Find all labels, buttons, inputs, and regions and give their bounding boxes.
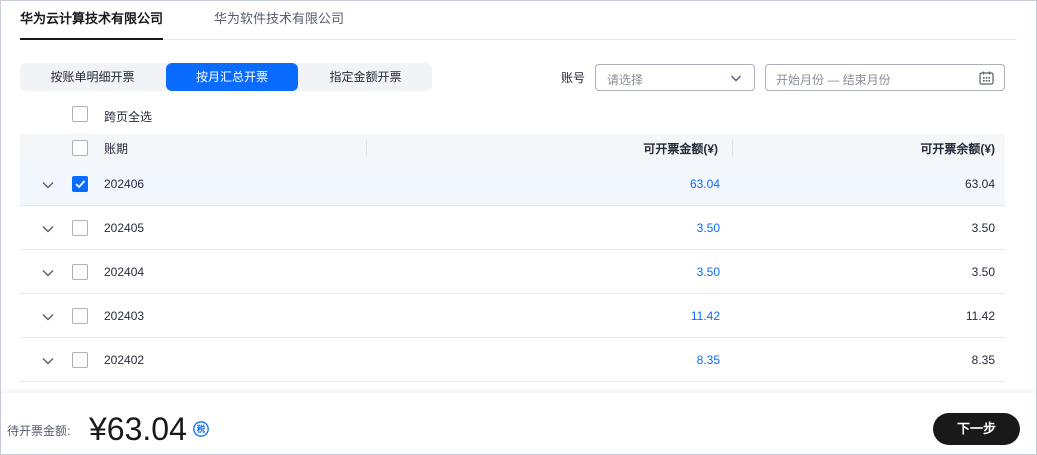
pending-amount-value: ¥63.04 — [89, 411, 187, 447]
row-period: 202405 — [104, 221, 145, 235]
table-row[interactable]: 202404 3.50 3.50 — [20, 250, 1005, 294]
row-amount-link[interactable]: 8.35 — [697, 353, 720, 367]
billing-period-table: 账期 可开票金额(¥) 可开票余额(¥) 202406 63.04 63.04 … — [20, 134, 1005, 382]
tax-icon[interactable]: 税 — [193, 421, 209, 437]
table-row[interactable]: 202403 11.42 11.42 — [20, 294, 1005, 338]
chevron-down-icon[interactable] — [41, 354, 55, 368]
chevron-down-icon[interactable] — [41, 266, 55, 280]
chevron-down-icon — [731, 75, 741, 82]
header-divider — [732, 140, 733, 156]
chevron-down-icon[interactable] — [41, 222, 55, 236]
header-amount: 可开票金额(¥) — [643, 142, 718, 156]
calendar-icon — [979, 71, 994, 85]
row-period: 202403 — [104, 309, 145, 323]
mode-monthly-summary[interactable]: 按月汇总开票 — [166, 63, 298, 91]
mode-specified-amount[interactable]: 指定金额开票 — [299, 63, 432, 91]
table-row[interactable]: 202402 8.35 8.35 — [20, 338, 1005, 382]
table-row[interactable]: 202406 63.04 63.04 — [20, 162, 1005, 206]
row-checkbox[interactable] — [72, 308, 88, 324]
tax-icon-text: 税 — [197, 424, 206, 435]
header-divider — [366, 140, 367, 156]
company-tabs: 华为云计算技术有限公司 华为软件技术有限公司 — [20, 0, 1017, 40]
table-row[interactable]: 202405 3.50 3.50 — [20, 206, 1005, 250]
account-select-placeholder: 请选择 — [607, 73, 644, 87]
header-remaining: 可开票余额(¥) — [920, 142, 995, 156]
chevron-down-icon[interactable] — [41, 310, 55, 324]
footer-bar: 待开票金额: ¥63.04 税 下一步 — [1, 393, 1036, 454]
month-range-placeholder: 开始月份 — 结束月份 — [776, 73, 891, 87]
row-checkbox[interactable] — [72, 352, 88, 368]
chevron-down-icon[interactable] — [41, 178, 55, 192]
row-amount-link[interactable]: 63.04 — [690, 177, 720, 191]
mode-by-bill-detail[interactable]: 按账单明细开票 — [20, 63, 165, 91]
next-step-button[interactable]: 下一步 — [933, 413, 1020, 445]
row-remaining: 63.04 — [964, 177, 995, 191]
tab-huawei-software[interactable]: 华为软件技术有限公司 — [214, 11, 344, 40]
row-period: 202402 — [104, 353, 145, 367]
header-period: 账期 — [104, 142, 129, 156]
row-amount-link[interactable]: 11.42 — [691, 309, 720, 323]
select-all-checkbox[interactable] — [72, 140, 88, 156]
row-amount-link[interactable]: 3.50 — [697, 265, 720, 279]
row-remaining: 3.50 — [971, 221, 995, 235]
select-all-pages-checkbox[interactable] — [72, 106, 88, 122]
row-checkbox[interactable] — [72, 264, 88, 280]
table-header: 账期 可开票金额(¥) 可开票余额(¥) — [20, 134, 1005, 162]
account-select[interactable]: 请选择 — [595, 64, 755, 91]
row-checkbox[interactable] — [72, 220, 88, 236]
row-period: 202404 — [104, 265, 145, 279]
row-amount-link[interactable]: 3.50 — [697, 221, 720, 235]
month-range-picker[interactable]: 开始月份 — 结束月份 — [765, 64, 1005, 91]
invoice-mode-switch: 按账单明细开票 按月汇总开票 指定金额开票 — [20, 63, 432, 91]
row-remaining: 3.50 — [971, 265, 995, 279]
tab-huawei-cloud[interactable]: 华为云计算技术有限公司 — [20, 11, 164, 40]
row-period: 202406 — [104, 177, 145, 191]
account-label: 账号 — [561, 71, 586, 85]
row-remaining: 11.42 — [965, 309, 995, 323]
row-remaining: 8.35 — [971, 353, 995, 367]
check-icon — [75, 180, 86, 189]
row-checkbox[interactable] — [72, 176, 88, 192]
select-all-pages-label: 跨页全选 — [104, 110, 153, 124]
pending-amount-label: 待开票金额: — [7, 424, 71, 438]
